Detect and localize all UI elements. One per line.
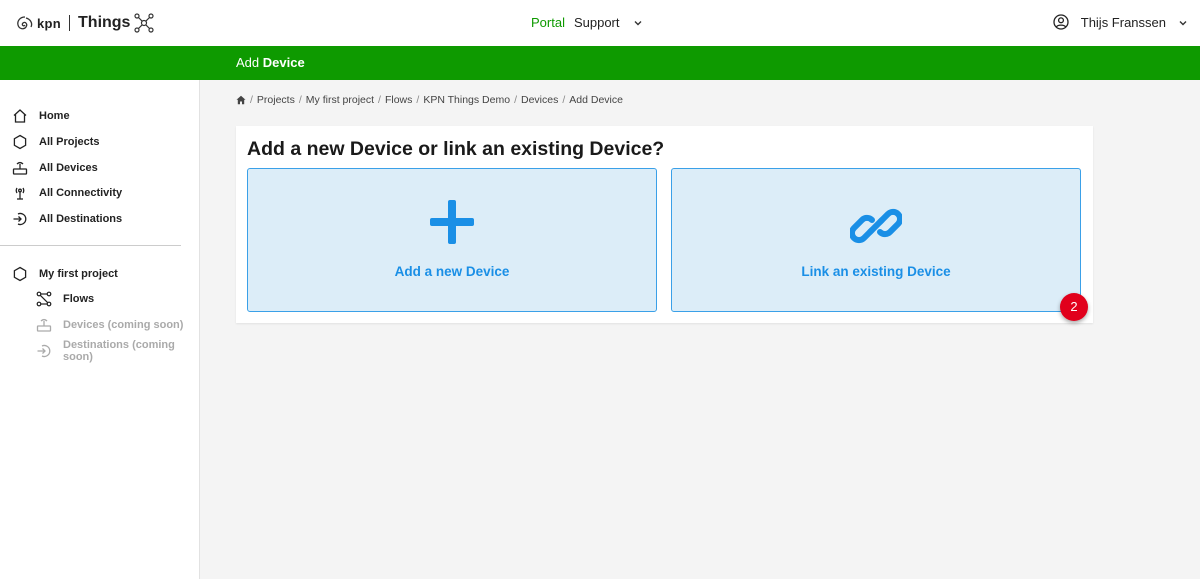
sidebar-item-label: Devices (coming soon) — [63, 319, 184, 331]
network-nodes-icon — [134, 13, 155, 33]
plus-icon — [430, 200, 474, 244]
sidebar-item-label: All Projects — [39, 136, 100, 148]
hexagon-icon — [12, 134, 28, 150]
user-menu[interactable]: Thijs Franssen — [1053, 14, 1187, 30]
sidebar-item-label: Destinations (coming soon) — [63, 339, 175, 363]
kpn-leaf-icon — [16, 15, 34, 31]
home-icon[interactable] — [236, 95, 246, 105]
kpn-brand-text: kpn — [37, 15, 62, 31]
logo-separator — [69, 15, 71, 31]
breadcrumb-separator: / — [514, 94, 517, 106]
breadcrumb-separator: / — [416, 94, 420, 106]
destination-icon — [12, 211, 28, 227]
destination-icon — [36, 343, 52, 359]
add-device-card: Add a new Device or link an existing Dev… — [236, 126, 1093, 323]
sidebar-item-label: All Devices — [39, 162, 98, 174]
user-name: Thijs Franssen — [1080, 14, 1166, 30]
sidebar: Home All Projects All Devices All Connec… — [0, 80, 200, 579]
chevron-down-icon[interactable] — [633, 18, 643, 28]
sidebar-item-label: All Destinations — [39, 213, 123, 225]
page-title-prefix: Add — [236, 55, 260, 70]
sidebar-item-label: All Connectivity — [39, 187, 123, 199]
breadcrumb-separator: / — [250, 94, 253, 106]
nav-support-link[interactable]: Support — [574, 15, 620, 30]
option-label: Add a new Device — [394, 264, 510, 279]
page-header-bar: Add Device — [0, 46, 1200, 80]
user-avatar-icon — [1053, 14, 1069, 30]
breadcrumb-item[interactable]: Projects — [257, 94, 295, 106]
device-icon — [36, 317, 52, 333]
kpn-things-logo[interactable]: kpn Things — [16, 11, 155, 35]
nav-portal-link[interactable]: Portal — [531, 15, 565, 30]
sidebar-item-devices-coming-soon: Devices (coming soon) — [36, 316, 183, 334]
link-existing-device-button[interactable]: Link an existing Device — [671, 168, 1081, 312]
breadcrumb-separator: / — [562, 94, 566, 106]
sidebar-item-home[interactable]: Home — [12, 107, 70, 125]
notification-badge[interactable]: 2 — [1060, 293, 1088, 321]
card-heading: Add a new Device or link an existing Dev… — [247, 138, 665, 160]
add-new-device-button[interactable]: Add a new Device — [247, 168, 657, 312]
sidebar-item-all-devices[interactable]: All Devices — [12, 159, 98, 177]
breadcrumb: / Projects / My first project / Flows / … — [236, 94, 623, 106]
breadcrumb-current: Add Device — [569, 94, 623, 106]
sidebar-item-destinations-coming-soon: Destinations (coming soon) — [36, 339, 199, 363]
link-icon — [850, 200, 902, 252]
page-title: Add Device — [236, 55, 305, 70]
top-bar: kpn Things Portal Support Thijs Franssen — [0, 0, 1200, 46]
flows-icon — [36, 291, 52, 307]
sidebar-item-all-connectivity[interactable]: All Connectivity — [12, 184, 122, 202]
chevron-down-icon[interactable] — [1178, 18, 1188, 28]
sidebar-item-my-first-project[interactable]: My first project — [12, 265, 118, 283]
breadcrumb-item[interactable]: Devices — [521, 94, 558, 106]
breadcrumb-separator: / — [298, 94, 302, 106]
breadcrumb-separator: / — [378, 94, 381, 106]
top-navigation: Portal Support — [531, 15, 643, 30]
device-icon — [12, 160, 28, 176]
sidebar-item-all-destinations[interactable]: All Destinations — [12, 210, 122, 228]
things-brand-text: Things — [78, 14, 131, 31]
breadcrumb-item[interactable]: Flows — [385, 94, 412, 106]
sidebar-item-label: Flows — [63, 293, 95, 305]
sidebar-item-all-projects[interactable]: All Projects — [12, 133, 100, 151]
sidebar-item-label: My first project — [39, 268, 118, 280]
option-label: Link an existing Device — [801, 264, 951, 279]
page-title-main: Device — [262, 55, 305, 70]
sidebar-divider — [0, 245, 181, 246]
breadcrumb-item[interactable]: KPN Things Demo — [423, 94, 510, 106]
antenna-icon — [12, 185, 28, 201]
hexagon-icon — [12, 266, 28, 282]
home-icon — [12, 108, 28, 124]
sidebar-item-label: Home — [39, 110, 70, 122]
sidebar-item-flows[interactable]: Flows — [36, 290, 94, 308]
breadcrumb-item[interactable]: My first project — [306, 94, 374, 106]
